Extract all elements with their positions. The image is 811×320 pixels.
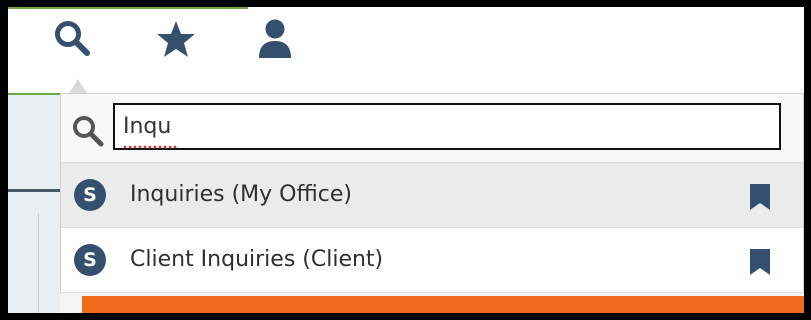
bookmark-icon[interactable] [750, 184, 770, 214]
accent-line [8, 7, 248, 9]
search-input[interactable] [113, 103, 781, 150]
result-label: Inquiries (My Office) [130, 182, 352, 207]
bookmark-icon[interactable] [750, 249, 770, 279]
result-type-badge: S [74, 179, 106, 211]
star-icon[interactable] [156, 20, 196, 62]
app-window: S Inquiries (My Office) S Client Inquiri… [8, 7, 804, 313]
result-type-badge: S [74, 244, 106, 276]
search-result-item[interactable]: S Client Inquiries (Client) [61, 228, 803, 293]
page-banner [82, 296, 804, 313]
background-sidebar [8, 95, 61, 313]
spellcheck-underline [123, 145, 179, 149]
search-dropdown: S Inquiries (My Office) S Client Inquiri… [60, 93, 804, 293]
result-label: Client Inquiries (Client) [130, 247, 384, 272]
search-row [61, 94, 803, 163]
person-icon[interactable] [256, 18, 294, 64]
divider [8, 189, 60, 192]
search-icon [71, 114, 105, 152]
top-toolbar [8, 7, 804, 95]
search-icon[interactable] [53, 19, 93, 63]
dropdown-caret [69, 79, 87, 93]
divider [38, 213, 39, 313]
search-result-item[interactable]: S Inquiries (My Office) [61, 163, 803, 228]
